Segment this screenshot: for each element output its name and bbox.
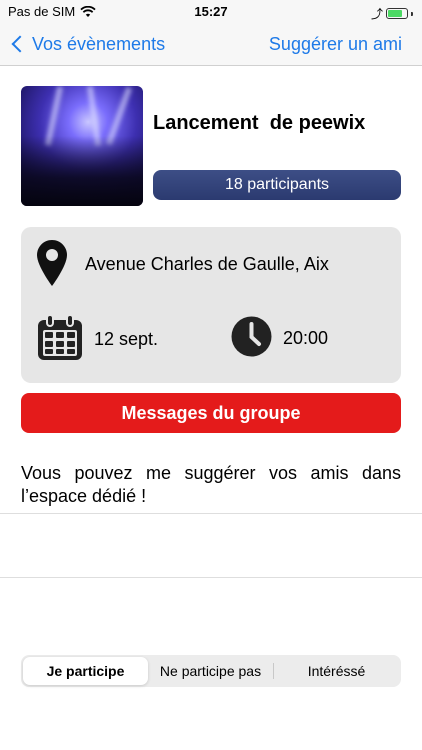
group-messages-button[interactable]: Messages du groupe (21, 393, 401, 433)
event-date: 12 sept. (94, 329, 159, 349)
navigation-bar: Vos évènements Suggérer un ami (0, 22, 422, 66)
location-pin-icon (37, 240, 67, 286)
divider-bottom (0, 577, 422, 578)
back-button-label: Vos évènements (32, 33, 166, 54)
event-photo (21, 86, 143, 206)
battery-icon (386, 8, 408, 19)
status-bar: Pas de SIM 15:27 ⤴ (0, 0, 422, 22)
event-info-card: Avenue Charles de Gaulle, Aix 12 sept. 2… (21, 227, 401, 383)
event-title: Lancement de peewix (153, 112, 366, 134)
battery-group: ⤴ (371, 5, 413, 22)
event-location: Avenue Charles de Gaulle, Aix (85, 254, 329, 274)
chevron-left-icon (11, 35, 29, 53)
divider-top (0, 513, 422, 514)
segment-je-participe[interactable]: Je participe (23, 657, 148, 685)
suggest-friend-button[interactable]: Suggérer un ami (269, 22, 402, 66)
calendar-icon (38, 314, 82, 360)
segment-interesse[interactable]: Intéréssé (274, 657, 399, 685)
status-time: 15:27 (194, 4, 228, 19)
participants-button[interactable]: 18 participants (153, 170, 401, 200)
suggest-friends-text: Vous pouvez me suggérer vos amis dans l’… (21, 463, 401, 506)
back-button[interactable]: Vos évènements (10, 22, 165, 66)
charging-icon: ⤴ (370, 7, 383, 21)
clock-icon (231, 316, 272, 357)
event-time: 20:00 (283, 328, 329, 348)
segment-ne-participe-pas[interactable]: Ne participe pas (148, 657, 273, 685)
participation-segmented-control: Je participe Ne participe pas Intéréssé (21, 655, 401, 687)
